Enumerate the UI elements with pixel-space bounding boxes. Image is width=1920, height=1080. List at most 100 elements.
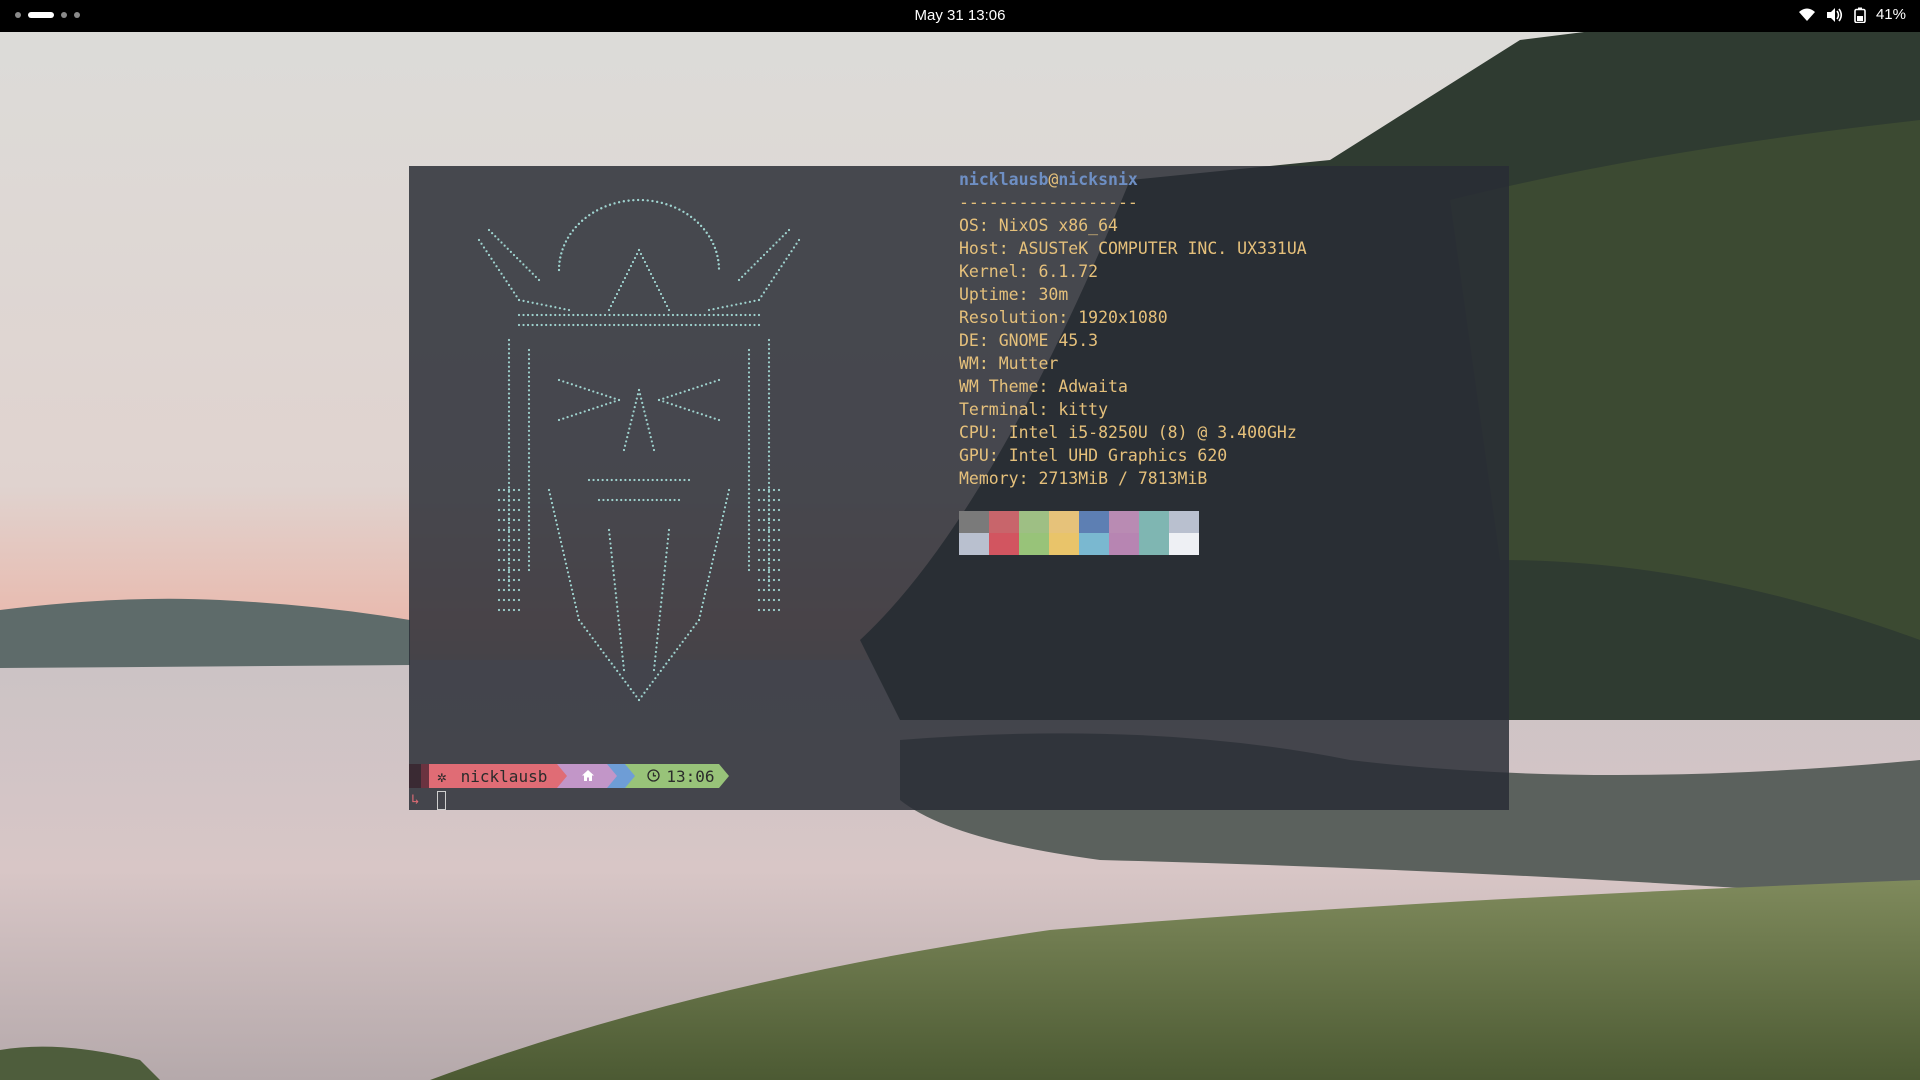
workspace-dot[interactable] xyxy=(61,12,67,18)
prompt-segment-git xyxy=(617,764,626,788)
info-colon: : xyxy=(978,354,999,373)
info-colon: : xyxy=(988,423,1009,442)
wifi-icon[interactable] xyxy=(1798,7,1816,23)
info-row: CPU: Intel i5-8250U (8) @ 3.400GHz xyxy=(959,421,1307,444)
workspace-indicator[interactable] xyxy=(15,12,80,18)
info-value: Intel i5-8250U (8) @ 3.400GHz xyxy=(1008,423,1297,442)
palette-swatch xyxy=(1079,511,1109,533)
info-value: Intel UHD Graphics 620 xyxy=(1008,446,1228,465)
info-key: GPU xyxy=(959,446,989,465)
prompt-time: 13:06 xyxy=(666,766,715,786)
info-colon: : xyxy=(1018,262,1039,281)
info-value: 2713MiB / 7813MiB xyxy=(1038,469,1208,488)
volume-icon[interactable] xyxy=(1826,7,1844,23)
system-info-panel: nicklausb@nicksnix ------------------ OS… xyxy=(959,168,1307,490)
username: nicklausb xyxy=(959,170,1049,189)
palette-swatch xyxy=(1019,533,1049,555)
info-key: Uptime xyxy=(959,285,1019,304)
prompt-arrow xyxy=(557,764,568,788)
info-row: Memory: 2713MiB / 7813MiB xyxy=(959,467,1307,490)
info-row: Kernel: 6.1.72 xyxy=(959,260,1307,283)
info-value: NixOS x86_64 xyxy=(998,216,1118,235)
prompt-segment-os xyxy=(409,764,421,788)
top-bar: May 31 13:06 41% xyxy=(0,0,1920,32)
info-colon: : xyxy=(1018,469,1039,488)
text-cursor[interactable] xyxy=(437,790,447,810)
info-colon: : xyxy=(1038,377,1059,396)
palette-swatch xyxy=(1169,511,1199,533)
info-row: WM: Mutter xyxy=(959,352,1307,375)
info-value: 30m xyxy=(1038,285,1069,304)
battery-percentage: 41% xyxy=(1875,6,1906,23)
info-key: Memory xyxy=(959,469,1019,488)
info-key: Kernel xyxy=(959,262,1019,281)
palette-swatch xyxy=(1109,511,1139,533)
info-key: WM xyxy=(959,354,979,373)
info-colon: : xyxy=(1018,285,1039,304)
info-colon: : xyxy=(988,446,1009,465)
workspace-dot[interactable] xyxy=(74,12,80,18)
gear-icon: ✲ xyxy=(437,766,447,786)
palette-swatch xyxy=(1169,533,1199,555)
at-sign: @ xyxy=(1048,170,1059,189)
info-row: GPU: Intel UHD Graphics 620 xyxy=(959,444,1307,467)
home-icon xyxy=(581,767,595,786)
input-line[interactable]: ↳ xyxy=(409,790,447,810)
info-rows: OS: NixOS x86_64 Host: ASUSTeK COMPUTER I… xyxy=(959,214,1307,490)
palette-swatch xyxy=(959,511,989,533)
info-value: ASUSTeK COMPUTER INC. UX331UA xyxy=(1018,239,1307,258)
info-colon: : xyxy=(978,216,999,235)
info-row: WM Theme: Adwaita xyxy=(959,375,1307,398)
palette-swatch xyxy=(1079,533,1109,555)
separator-line: ------------------ xyxy=(959,193,1138,212)
date-time-clock[interactable]: May 31 13:06 xyxy=(909,7,1012,24)
workspace-dot[interactable] xyxy=(15,12,21,18)
info-value: 6.1.72 xyxy=(1038,262,1099,281)
info-value: kitty xyxy=(1058,400,1109,419)
info-key: Terminal xyxy=(959,400,1039,419)
prompt-segment-time: 13:06 xyxy=(635,764,719,788)
clock-container: May 31 13:06 xyxy=(0,6,1920,24)
info-key: OS xyxy=(959,216,979,235)
info-value: GNOME 45.3 xyxy=(998,331,1099,350)
nixos-viking-ascii-logo xyxy=(477,198,801,702)
info-row: Host: ASUSTeK COMPUTER INC. UX331UA xyxy=(959,237,1307,260)
palette-swatch xyxy=(1109,533,1139,555)
prompt-arrow-end xyxy=(718,764,729,788)
user-host-line: nicklausb@nicksnix xyxy=(959,168,1307,191)
info-key: Host xyxy=(959,239,999,258)
info-colon: : xyxy=(1038,400,1059,419)
info-row: Uptime: 30m xyxy=(959,283,1307,306)
palette-swatch xyxy=(1139,511,1169,533)
palette-swatch xyxy=(1049,533,1079,555)
shell-prompt: ✲ nicklausb 13:06 xyxy=(409,764,729,788)
prompt-segment-user: ✲ nicklausb xyxy=(429,764,558,788)
prompt-arrow xyxy=(607,764,618,788)
info-key: Resolution xyxy=(959,308,1059,327)
workspace-dot-active[interactable] xyxy=(28,12,54,18)
info-value: Mutter xyxy=(998,354,1059,373)
info-value: 1920x1080 xyxy=(1078,308,1168,327)
prompt-segment-accent xyxy=(421,764,429,788)
prompt-arrow xyxy=(625,764,636,788)
terminal-window[interactable]: nicklausb@nicksnix ------------------ OS… xyxy=(409,166,1509,810)
prompt-segment-path xyxy=(567,764,608,788)
info-key: DE xyxy=(959,331,979,350)
info-key: CPU xyxy=(959,423,989,442)
battery-icon[interactable] xyxy=(1854,7,1866,23)
hostname: nicksnix xyxy=(1058,170,1138,189)
palette-swatch xyxy=(1049,511,1079,533)
info-colon: : xyxy=(978,331,999,350)
clock-icon xyxy=(647,767,660,786)
prompt-arrow-icon: ↳ xyxy=(411,792,420,808)
info-value: Adwaita xyxy=(1058,377,1128,396)
info-key: WM Theme xyxy=(959,377,1039,396)
info-row: OS: NixOS x86_64 xyxy=(959,214,1307,237)
info-row: Terminal: kitty xyxy=(959,398,1307,421)
palette-swatch xyxy=(1139,533,1169,555)
prompt-username: nicklausb xyxy=(460,766,548,786)
system-tray[interactable]: 41% xyxy=(1798,6,1906,23)
palette-swatch xyxy=(989,511,1019,533)
info-colon: : xyxy=(1058,308,1079,327)
info-colon: : xyxy=(998,239,1019,258)
